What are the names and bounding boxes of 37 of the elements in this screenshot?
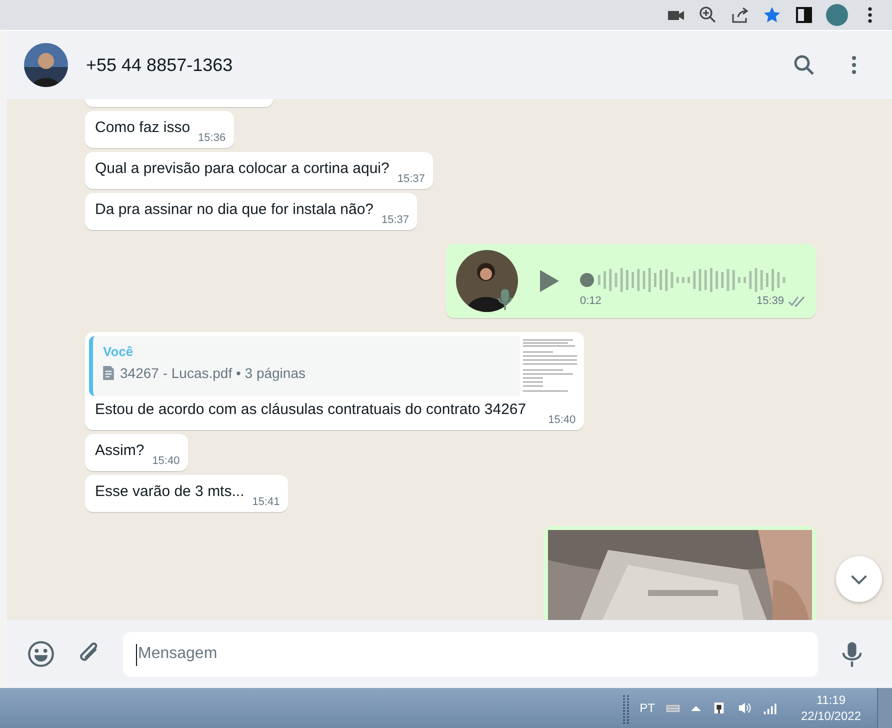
message-text: Qual a previsão para colocar a cortina aqui? (95, 159, 390, 179)
speaker-icon[interactable] (736, 701, 753, 715)
quote-author: Você (103, 344, 134, 359)
side-panel-icon[interactable] (794, 5, 814, 25)
file-name: 34267 - Lucas.pdf • 3 páginas (120, 365, 306, 381)
contact-avatar[interactable] (24, 43, 68, 87)
message-time: 15:36 (198, 132, 226, 144)
caret-up-icon[interactable] (690, 705, 701, 711)
profile-avatar[interactable] (826, 4, 848, 26)
message-time: 15:40 (152, 455, 180, 467)
message-text: Da pra assinar no dia que for instala não? (95, 200, 374, 220)
audio-duration: 0:12 (580, 295, 602, 307)
message-text: Esse varão de 3 mts... (95, 482, 244, 502)
message-text: Como faz isso (95, 118, 190, 138)
signal-icon[interactable] (762, 701, 779, 715)
contact-name: +55 44 8857-1363 (86, 54, 233, 76)
message-time: 15:40 (548, 414, 576, 426)
star-icon[interactable] (762, 5, 782, 25)
language-indicator[interactable]: PT (640, 701, 655, 715)
document-icon (103, 366, 114, 380)
microphone-icon (498, 288, 512, 310)
clock-date[interactable]: 22/10/2022 (800, 709, 861, 723)
play-icon[interactable] (538, 269, 560, 293)
message-input[interactable]: Mensagem (123, 632, 818, 676)
quoted-document[interactable]: Você 34267 - Lucas.pdf • 3 páginas (89, 336, 580, 396)
message-time: 15:39 (756, 295, 784, 307)
message-text: Estou de acordo com as cláusulas contratuais do contrato 34267 (95, 400, 526, 420)
share-icon[interactable] (730, 5, 750, 25)
message-time: 15:41 (252, 496, 280, 508)
message-time: 15:37 (382, 214, 410, 226)
search-icon[interactable] (792, 53, 816, 77)
chevron-down-icon (850, 574, 868, 584)
message-time: 15:37 (397, 173, 425, 185)
emoji-icon[interactable] (27, 640, 55, 668)
zoom-icon[interactable] (698, 5, 718, 25)
clock-time[interactable]: 11:19 (816, 693, 846, 707)
message-text: Assim? (95, 441, 144, 461)
